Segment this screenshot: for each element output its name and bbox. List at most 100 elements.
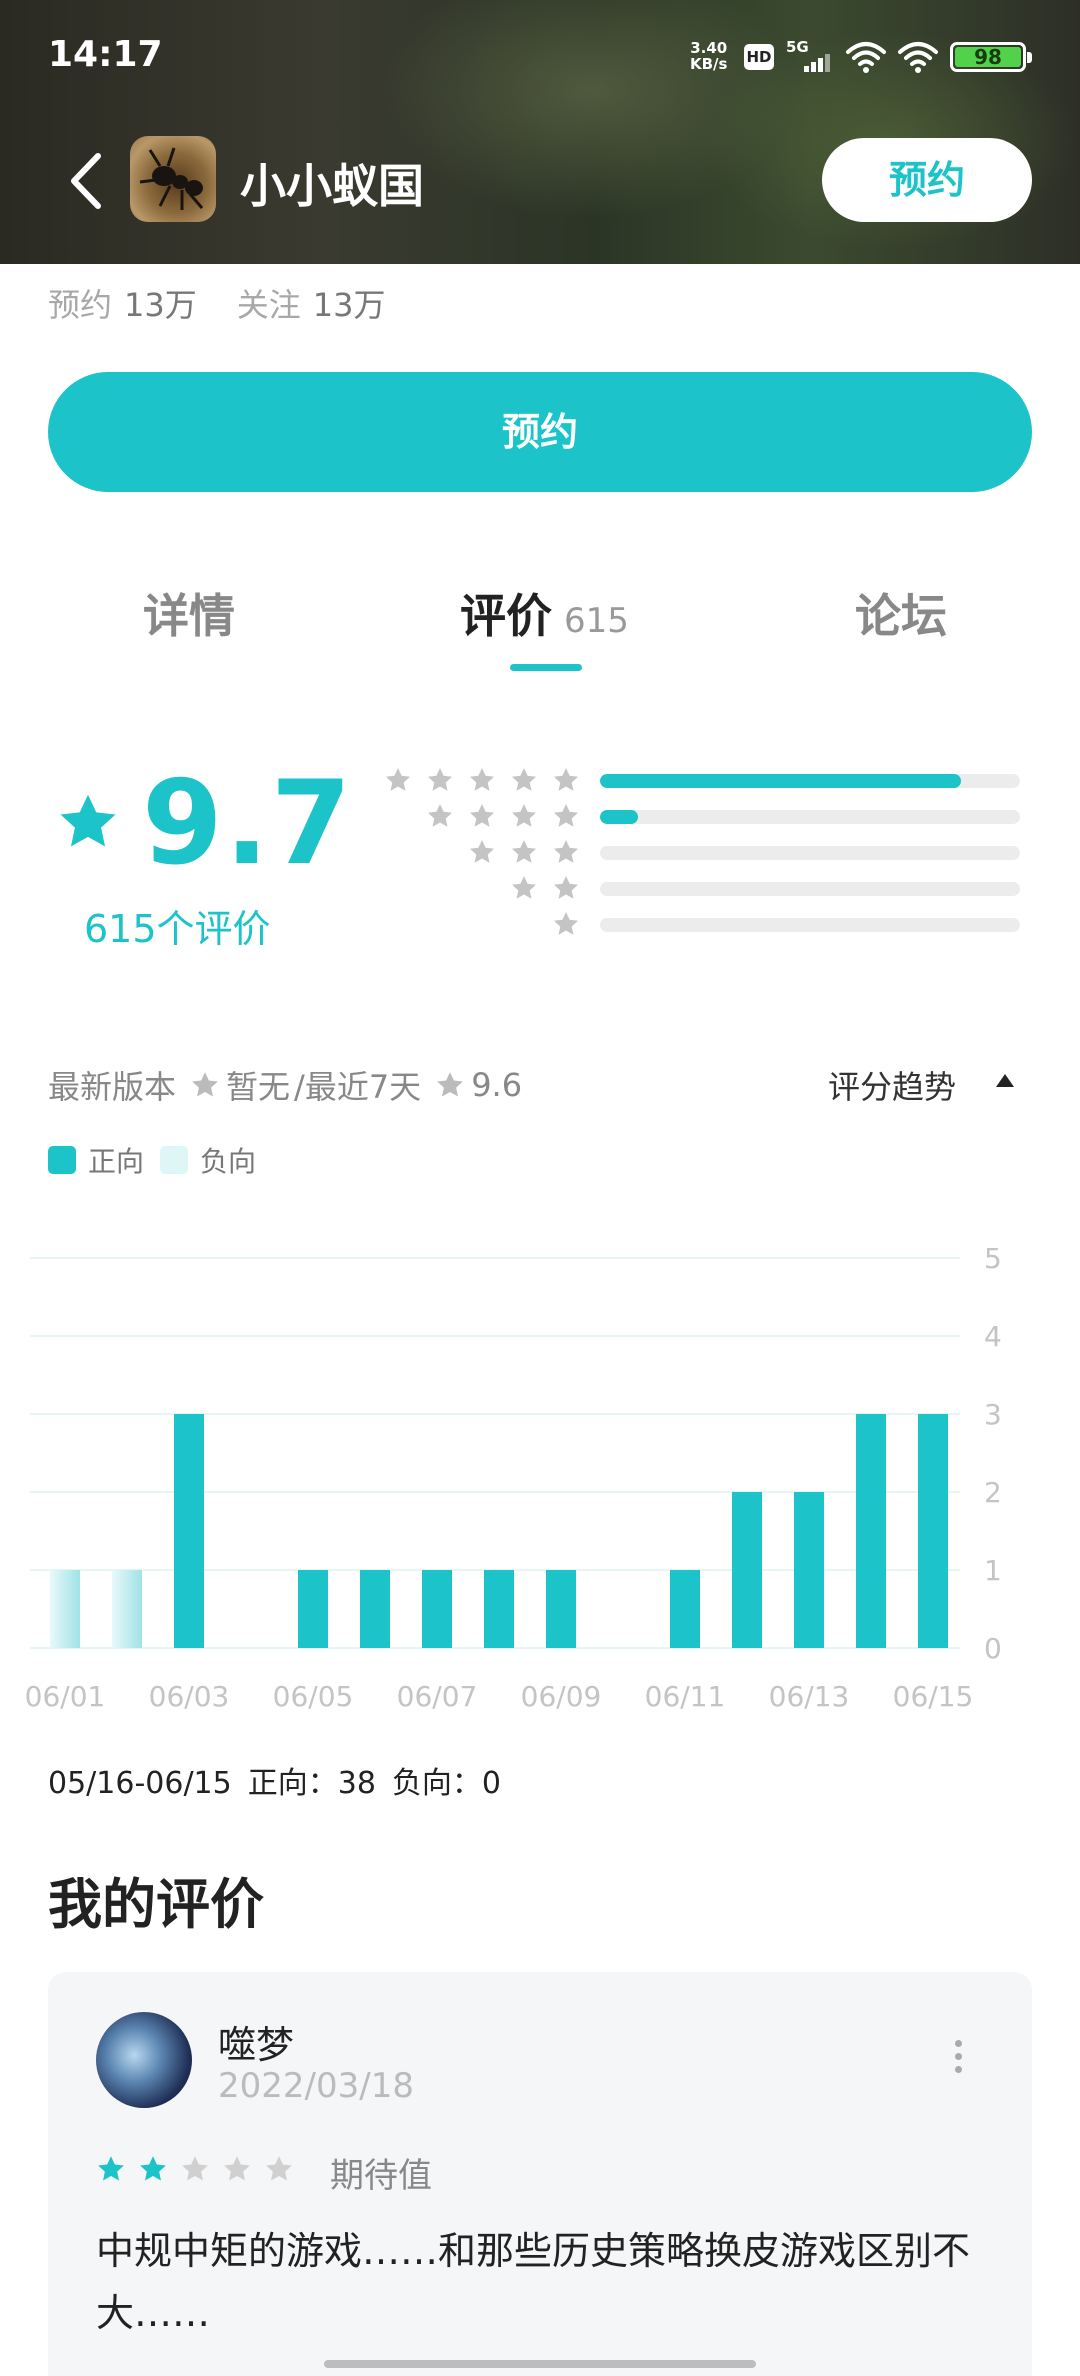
review-tag: 期待值: [330, 2156, 432, 2196]
star-icon: [553, 804, 579, 827]
y-tick-label: 3: [984, 1398, 1002, 1431]
review-date: 2022/03/18: [218, 2066, 414, 2106]
network-speed: 3.40 KB/s: [690, 40, 727, 72]
wifi-icon: [846, 42, 886, 73]
network-speed-value: 3.40: [690, 39, 728, 57]
reserve-button[interactable]: 预约: [48, 372, 1032, 492]
distribution-row-1-star: [380, 910, 1020, 938]
avatar[interactable]: [96, 2012, 192, 2108]
star-icon: [182, 2156, 208, 2181]
chart-bar-positive: [732, 1492, 762, 1648]
tab-details-label: 详情: [143, 589, 235, 643]
star-icon: [427, 768, 453, 791]
header-reserve-button[interactable]: 预约: [822, 138, 1032, 222]
x-tick-label: 06/15: [893, 1680, 974, 1713]
star-icon: [266, 2156, 292, 2181]
recent-label: /最近7天: [294, 1068, 422, 1106]
chart-bar-positive: [112, 1570, 142, 1648]
star-icon: [553, 840, 579, 863]
distribution-bar-fill: [600, 774, 962, 788]
summary-range: 05/16-06/15: [48, 1766, 232, 1801]
star-icon: [437, 1072, 464, 1097]
distribution-row-4-star: [380, 802, 1020, 830]
star-icon: [511, 840, 537, 863]
y-tick-label: 0: [984, 1632, 1002, 1665]
star-icon: [511, 804, 537, 827]
wifi-secondary-icon: [898, 42, 938, 73]
latest-version-label: 最新版本: [48, 1068, 177, 1106]
star-icon: [511, 876, 537, 899]
app-header: 14:17 3.40 KB/s HD 5G 98 小小蚁国 预约: [0, 0, 1080, 264]
battery-icon: 98: [950, 42, 1032, 72]
distribution-row-2-star: [380, 874, 1020, 902]
follow-count-value: 13万: [312, 286, 386, 324]
star-icon: [469, 804, 495, 827]
distribution-bar: [600, 882, 1020, 896]
review-card[interactable]: 噬梦 2022/03/18 期待值 中规中矩的游戏……和那些历史策略换皮游戏区别…: [48, 1972, 1032, 2376]
latest-version-value: 暂无: [226, 1068, 291, 1106]
hd-icon: HD: [744, 44, 774, 70]
chart-bar-positive: [670, 1570, 700, 1648]
home-indicator[interactable]: [324, 2360, 756, 2368]
distribution-row-3-star: [380, 838, 1020, 866]
rating-trend-chart: 0 1 2 3 4 5 06/01 06/03 06/05 06/07 06/09 06/11 06/1…: [25, 1242, 1002, 1713]
chart-bar-positive: [794, 1492, 824, 1648]
star-icon: [511, 768, 537, 791]
tab-forum-label: 论坛: [855, 589, 947, 643]
back-button[interactable]: [60, 146, 110, 216]
summary-negative: 负向：0: [391, 1766, 502, 1801]
x-tick-label: 06/05: [273, 1680, 354, 1713]
active-tab-indicator: [510, 664, 582, 671]
tab-reviews-label: 评价: [460, 589, 552, 643]
chart-bar-positive: [174, 1414, 204, 1648]
chart-bar-positive: [918, 1414, 948, 1648]
y-tick-label: 4: [984, 1320, 1002, 1353]
y-tick-label: 2: [984, 1476, 1002, 1509]
star-icon: [553, 768, 579, 791]
distribution-row-5-star: [380, 766, 1020, 794]
distribution-bar: [600, 918, 1020, 932]
x-tick-label: 06/03: [149, 1680, 230, 1713]
star-icon: [98, 2156, 124, 2181]
trend-info: 最新版本 暂无 /最近7天 9.6: [48, 1062, 522, 1108]
y-tick-label: 1: [984, 1554, 1002, 1587]
star-icon: [60, 794, 116, 847]
tab-forum[interactable]: 论坛: [855, 580, 947, 646]
trend-toggle[interactable]: 评分趋势: [828, 1062, 956, 1108]
caret-up-icon[interactable]: [996, 1074, 1014, 1087]
x-tick-label: 06/11: [645, 1680, 726, 1713]
follow-count-label: 关注: [236, 286, 301, 324]
network-speed-unit: KB/s: [690, 55, 728, 73]
tab-details[interactable]: 详情: [143, 580, 235, 646]
tab-reviews-count: 615: [564, 601, 629, 641]
chart-bar-positive: [546, 1570, 576, 1648]
distribution-bar: [600, 810, 1020, 824]
star-icon: [469, 768, 495, 791]
battery-level: 98: [955, 47, 1021, 67]
cellular-signal-icon: 5G: [786, 38, 832, 74]
star-icon: [385, 768, 411, 791]
ant-icon: [139, 147, 204, 210]
star-icon: [192, 1072, 218, 1097]
status-time: 14:17: [48, 34, 163, 75]
tab-reviews[interactable]: 评价 615: [460, 580, 629, 646]
game-stats: 预约 13万 关注 13万: [48, 280, 426, 326]
distribution-bar-fill: [600, 810, 638, 824]
chart-bar-positive: [856, 1414, 886, 1648]
rating-score: 9.7: [142, 756, 354, 891]
distribution-bar: [600, 774, 1020, 788]
chart-bar-positive: [484, 1570, 514, 1648]
legend-negative: 负向: [160, 1140, 256, 1180]
star-icon: [553, 912, 579, 935]
legend-positive-swatch: [48, 1146, 76, 1174]
status-bar: 14:17 3.40 KB/s HD 5G 98: [0, 0, 1080, 110]
reviewer-name[interactable]: 噬梦: [218, 2014, 294, 2069]
distribution-bar: [600, 846, 1020, 860]
chart-bar-positive: [422, 1570, 452, 1648]
star-icon: [224, 2156, 250, 2181]
more-options-icon[interactable]: [948, 2040, 968, 2080]
chart-summary: 05/16-06/15 正向：38 负向：0: [48, 1758, 517, 1802]
recent-value: 9.6: [471, 1066, 523, 1104]
my-review-title: 我的评价: [48, 1873, 264, 1936]
reserve-count-value: 13万: [124, 286, 197, 324]
